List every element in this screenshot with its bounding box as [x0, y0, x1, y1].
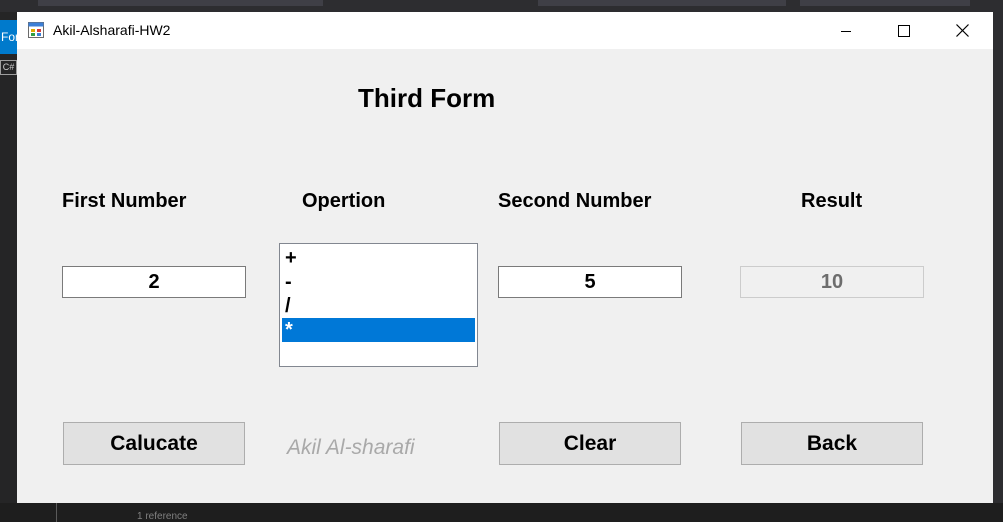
minimize-button[interactable] — [817, 12, 875, 49]
editor-guide-line — [56, 503, 57, 522]
second-number-label: Second Number — [498, 190, 652, 212]
ide-designer-tab[interactable]: For — [0, 20, 18, 54]
calculate-button[interactable]: Calucate — [63, 422, 245, 465]
window-titlebar[interactable]: Akil-Alsharafi-HW2 — [17, 12, 993, 49]
maximize-icon — [898, 24, 910, 37]
first-number-input[interactable]: 2 — [62, 266, 246, 298]
result-output: 10 — [740, 266, 924, 298]
operation-option-multiply[interactable]: * — [282, 318, 475, 342]
window-title: Akil-Alsharafi-HW2 — [53, 22, 171, 38]
author-signature: Akil Al-sharafi — [287, 436, 415, 459]
ide-tab-strip — [800, 0, 970, 6]
operation-label: Opertion — [302, 190, 386, 212]
clear-button[interactable]: Clear — [499, 422, 681, 465]
ide-tab-strip — [38, 0, 323, 6]
result-label: Result — [801, 190, 863, 212]
ide-editor-area: 1 reference — [0, 503, 1003, 522]
close-button[interactable] — [933, 12, 991, 49]
minimize-icon — [841, 30, 851, 32]
ide-right-panel — [993, 12, 1003, 503]
ide-tab-strip — [538, 0, 786, 6]
ide-left-panel: For C# — [0, 12, 18, 522]
winforms-app-icon — [28, 22, 44, 38]
back-button[interactable]: Back — [741, 422, 923, 465]
close-icon — [955, 24, 969, 37]
maximize-button[interactable] — [875, 12, 933, 49]
operation-option-add[interactable]: + — [282, 246, 475, 270]
csharp-icon: C# — [0, 60, 17, 75]
operation-option-divide[interactable]: / — [282, 294, 475, 318]
operation-option-subtract[interactable]: - — [282, 270, 475, 294]
ide-top-bar — [0, 0, 1003, 12]
first-number-label: First Number — [62, 190, 187, 212]
reference-codelens[interactable]: 1 reference — [137, 511, 188, 522]
form-title: Third Form — [358, 83, 496, 113]
app-window: Akil-Alsharafi-HW2 Third Form First Numb… — [17, 12, 993, 503]
second-number-input[interactable]: 5 — [498, 266, 682, 298]
operation-listbox[interactable]: + - / * — [279, 243, 478, 367]
